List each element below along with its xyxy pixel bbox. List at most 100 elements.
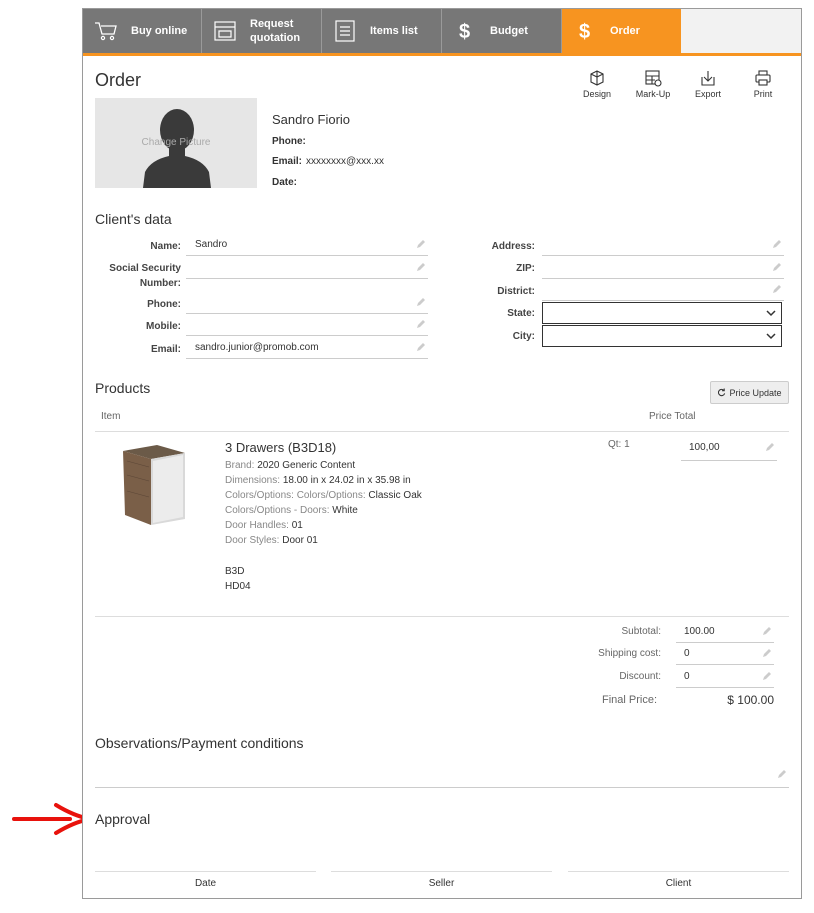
signature-client-label: Client xyxy=(665,878,692,889)
email-field[interactable]: sandro.junior@promob.com xyxy=(186,339,428,359)
final-price-value: $ 100.00 xyxy=(727,693,774,707)
shipping-field[interactable]: 0 xyxy=(676,645,774,665)
final-price-label: Final Price: xyxy=(602,694,658,706)
discount-label: Discount: xyxy=(619,671,661,682)
city-label: City: xyxy=(512,331,535,342)
cart-icon xyxy=(95,22,117,41)
product-price-field[interactable]: 100,00 xyxy=(681,439,777,461)
tab-label: Request quotation xyxy=(250,18,301,44)
edit-icon xyxy=(778,770,786,778)
order-panel: Buy online Request quotation Items list … xyxy=(82,8,802,899)
city-select[interactable] xyxy=(542,325,782,347)
tab-budget[interactable]: $ Budget xyxy=(442,9,562,53)
tab-label: Items list xyxy=(370,25,418,37)
product-dimensions: Dimensions: 18.00 in x 24.02 in x 35.98 … xyxy=(225,475,411,486)
address-label: Address: xyxy=(491,241,535,252)
name-field[interactable]: Sandro xyxy=(186,236,428,256)
mobile-field[interactable] xyxy=(186,316,428,336)
product-handles: Door Handles: 01 xyxy=(225,520,303,531)
district-label: District: xyxy=(497,286,535,297)
edit-icon xyxy=(417,343,425,351)
tab-label: Order xyxy=(610,25,640,37)
tab-label: Budget xyxy=(490,25,528,37)
accent-line xyxy=(83,53,801,56)
products-heading: Products xyxy=(95,380,151,396)
signature-seller-label: Seller xyxy=(428,878,455,889)
refresh-icon xyxy=(718,388,726,397)
product-name: 3 Drawers (B3D18) xyxy=(225,440,337,455)
tab-label: Buy online xyxy=(131,25,188,37)
export-icon xyxy=(701,71,715,86)
client-picture[interactable]: Change Picture xyxy=(95,98,257,188)
product-brand: Brand: 2020 Generic Content xyxy=(225,460,356,471)
page-title: Order xyxy=(95,70,142,90)
product-colors: Colors/Options: Colors/Options: Classic … xyxy=(225,490,422,501)
product-styles: Door Styles: Door 01 xyxy=(225,535,318,546)
ssn-field[interactable] xyxy=(186,259,428,279)
client-name: Sandro Fiorio xyxy=(272,112,351,127)
address-field[interactable] xyxy=(542,236,784,256)
export-button[interactable]: Export xyxy=(688,69,728,99)
state-label: State: xyxy=(507,308,535,319)
divider xyxy=(95,616,789,617)
product-image xyxy=(123,445,185,525)
dollar-icon: $ xyxy=(459,21,470,43)
svg-text:$: $ xyxy=(579,21,590,43)
client-date: Date: xyxy=(272,177,298,188)
state-select[interactable] xyxy=(542,302,782,324)
mobile-label: Mobile: xyxy=(146,321,181,332)
col-item: Item xyxy=(101,411,121,422)
product-doors: Colors/Options - Doors: White xyxy=(225,505,358,516)
store-icon xyxy=(214,21,236,41)
edit-icon xyxy=(766,443,774,451)
edit-icon xyxy=(773,263,781,271)
tab-items-list[interactable]: Items list xyxy=(322,9,442,53)
design-button[interactable]: Design xyxy=(577,69,617,99)
edit-icon xyxy=(763,672,771,680)
tab-order[interactable]: $ Order xyxy=(562,9,681,53)
edit-icon xyxy=(773,285,781,293)
markup-icon xyxy=(645,70,662,87)
design-icon xyxy=(590,70,604,86)
change-picture-label: Change Picture xyxy=(141,137,211,148)
signature-line xyxy=(95,871,316,872)
edit-icon xyxy=(417,240,425,248)
phone-label: Phone: xyxy=(147,299,181,310)
edit-icon xyxy=(417,298,425,306)
client-phone: Phone: xyxy=(272,136,306,147)
top-tabs: Buy online Request quotation Items list … xyxy=(83,9,801,53)
chevron-down-icon xyxy=(766,333,776,340)
col-price-total: Price Total xyxy=(649,411,696,422)
signature-date-label: Date xyxy=(194,878,217,889)
ssn-label: Social Security Number: xyxy=(109,263,181,289)
tab-request-quotation[interactable]: Request quotation xyxy=(202,9,322,53)
dollar-icon: $ xyxy=(579,21,590,43)
list-icon xyxy=(335,20,355,42)
email-label: Email: xyxy=(150,344,181,355)
shipping-label: Shipping cost: xyxy=(598,648,661,659)
observations-field[interactable] xyxy=(95,766,789,788)
product-code: HD04 xyxy=(225,581,251,592)
product-code: B3D xyxy=(225,566,245,577)
print-icon xyxy=(755,70,771,86)
phone-field[interactable] xyxy=(186,294,428,314)
zip-field[interactable] xyxy=(542,259,784,279)
clients-data-heading: Client's data xyxy=(95,211,172,227)
subtotal-label: Subtotal: xyxy=(621,626,661,637)
markup-button[interactable]: Mark-Up xyxy=(633,69,673,99)
edit-icon xyxy=(773,240,781,248)
svg-text:$: $ xyxy=(459,21,470,43)
discount-field[interactable]: 0 xyxy=(676,668,774,688)
subtotal-field[interactable]: 100.00 xyxy=(676,623,774,643)
district-field[interactable] xyxy=(542,281,784,301)
name-label: Name: xyxy=(150,241,181,252)
divider xyxy=(95,431,789,432)
zip-label: ZIP: xyxy=(516,263,535,274)
price-update-button[interactable]: Price Update xyxy=(710,381,789,404)
tab-buy-online[interactable]: Buy online xyxy=(83,9,202,53)
product-quantity: Qt: 1 xyxy=(608,439,630,450)
edit-icon xyxy=(417,320,425,328)
approval-heading: Approval xyxy=(95,811,151,827)
print-button[interactable]: Print xyxy=(743,69,783,99)
edit-icon xyxy=(417,263,425,271)
